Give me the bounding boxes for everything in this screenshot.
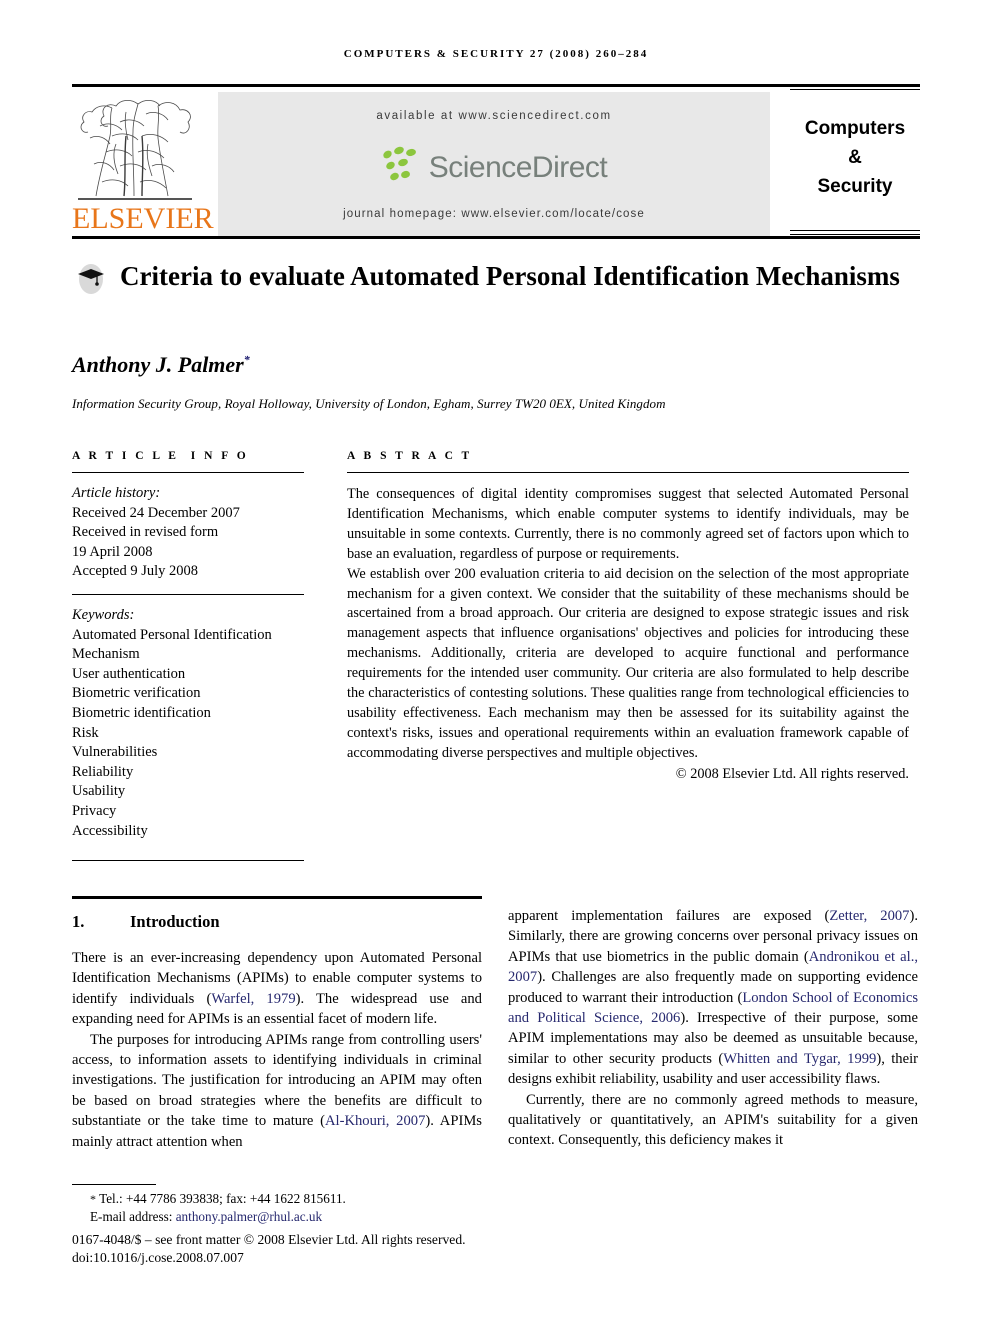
sciencedirect-leaf-icon xyxy=(381,145,425,189)
body-text-right: apparent implementation failures are exp… xyxy=(508,906,918,1151)
keyword-item: Risk xyxy=(72,724,99,741)
journal-masthead: ELSEVIER available at www.sciencedirect.… xyxy=(72,84,920,239)
author-label: Anthony J. Palmer xyxy=(72,352,244,377)
body-column-left: 1. Introduction There is an ever-increasi… xyxy=(72,906,482,1152)
article-history-item: Received 24 December 2007 xyxy=(72,504,240,521)
keyword-item: Vulnerabilities xyxy=(72,744,158,761)
sciencedirect-banner: available at www.sciencedirect.com Scien… xyxy=(218,92,770,236)
section-number: 1. xyxy=(72,912,85,931)
keywords-bottom-rule xyxy=(72,860,304,862)
running-head: COMPUTERS & SECURITY 27 (2008) 260–284 xyxy=(343,48,649,60)
keyword-item: Privacy xyxy=(72,802,117,819)
elsevier-logo: ELSEVIER xyxy=(72,92,214,236)
affiliation: Information Security Group, Royal Hollow… xyxy=(72,396,666,411)
abstract-rule xyxy=(347,472,909,473)
elsevier-tree-icon xyxy=(76,92,194,200)
copyright-line: © 2008 Elsevier Ltd. All rights reserved… xyxy=(675,765,909,782)
keyword-item: Biometric identification xyxy=(72,704,211,721)
article-info-column: A R T I C L E I N F O Article history: R… xyxy=(72,450,304,862)
body-section-rule xyxy=(72,896,482,899)
email-link[interactable]: anthony.palmer@rhul.ac.uk xyxy=(176,1209,322,1224)
paragraph: The purposes for introducing APIMs range… xyxy=(72,1030,482,1152)
journal-box-rule-top-1 xyxy=(790,85,920,86)
paragraph-text: apparent implementation failures are exp… xyxy=(508,908,830,924)
email-label: E-mail address: xyxy=(90,1209,173,1225)
keyword-item: Mechanism xyxy=(72,646,140,663)
paragraph: Currently, there are no commonly agreed … xyxy=(508,1091,918,1149)
citation-link[interactable]: Zetter, 2007 xyxy=(829,908,909,924)
journal-name: Computers & Security xyxy=(790,114,920,201)
abstract-paragraph: The consequences of digital identity com… xyxy=(347,486,909,562)
journal-homepage-text: journal homepage: www.elsevier.com/locat… xyxy=(343,208,645,220)
paragraph: There is an ever-increasing dependency u… xyxy=(72,948,482,1030)
article-history-item: Received in revised form xyxy=(72,524,219,541)
journal-name-line-1: Computers xyxy=(804,118,906,139)
available-at-text: available at www.sciencedirect.com xyxy=(376,110,612,122)
keywords-list: Keywords: Automated Personal Identificat… xyxy=(72,606,304,841)
abstract-column: A B S T R A C T The consequences of digi… xyxy=(347,450,909,785)
journal-name-line-2: & xyxy=(848,147,862,168)
imprint-block: 0167-4048/$ – see front matter © 2008 El… xyxy=(72,1231,492,1268)
journal-box-rule-bottom-2 xyxy=(790,234,920,235)
journal-title-box: Computers & Security xyxy=(790,84,920,239)
citation-link[interactable]: Al-Khouri, 2007 xyxy=(325,1113,425,1129)
journal-box-rule-top-2 xyxy=(790,89,920,90)
article-history-item: 19 April 2008 xyxy=(72,543,153,560)
doi-line: doi:10.1016/j.cose.2008.07.007 xyxy=(72,1250,244,1266)
journal-name-line-3: Security xyxy=(817,176,893,197)
keywords-rule xyxy=(72,593,304,595)
keyword-item: Reliability xyxy=(72,763,134,780)
elsevier-ground-rule xyxy=(78,198,192,200)
keyword-item: User authentication xyxy=(72,665,186,682)
front-matter-line: 0167-4048/$ – see front matter © 2008 El… xyxy=(72,1231,466,1247)
footnote-block: * Tel.: +44 7786 393838; fax: +44 1622 8… xyxy=(72,1184,492,1268)
section-title: Introduction xyxy=(130,912,220,931)
keyword-item: Accessibility xyxy=(72,822,148,839)
author-name: Anthony J. Palmer* xyxy=(72,352,250,378)
journal-article-page: COMPUTERS & SECURITY 27 (2008) 260–284 E… xyxy=(0,0,992,1323)
keyword-item: Usability xyxy=(72,783,126,800)
article-info-heading: A R T I C L E I N F O xyxy=(72,450,249,462)
graduation-cap-icon xyxy=(76,264,106,294)
journal-box-rule-bottom-1 xyxy=(790,230,920,231)
body-text-left: There is an ever-increasing dependency u… xyxy=(72,948,482,1152)
page-title: Criteria to evaluate Automated Personal … xyxy=(120,261,900,291)
keyword-item: Biometric verification xyxy=(72,685,201,702)
footnote-email-line: E-mail address: anthony.palmer@rhul.ac.u… xyxy=(72,1208,492,1226)
body-column-right: apparent implementation failures are exp… xyxy=(508,906,918,1151)
abstract-body: The consequences of digital identity com… xyxy=(347,485,909,764)
title-block: Criteria to evaluate Automated Personal … xyxy=(72,258,920,295)
author-footnote-marker: * xyxy=(243,352,250,367)
article-info-rule xyxy=(72,472,304,473)
article-history-label: Article history: xyxy=(72,485,161,501)
paragraph: apparent implementation failures are exp… xyxy=(508,906,918,1090)
abstract-paragraph: We establish over 200 evaluation criteri… xyxy=(347,565,909,761)
keywords-label: Keywords: xyxy=(72,606,135,623)
abstract-heading: A B S T R A C T xyxy=(347,450,473,462)
sciencedirect-wordmark: ScienceDirect xyxy=(428,151,608,184)
footnote-rule xyxy=(72,1184,156,1185)
citation-link[interactable]: Warfel, 1979 xyxy=(211,991,295,1007)
section-heading: 1. Introduction xyxy=(72,912,482,932)
keyword-item: Automated Personal Identification xyxy=(72,626,272,643)
footnote-marker: * xyxy=(90,1192,96,1206)
article-history: Article history: Received 24 December 20… xyxy=(72,484,304,582)
elsevier-wordmark: ELSEVIER xyxy=(72,202,214,235)
footnote-contact: * Tel.: +44 7786 393838; fax: +44 1622 8… xyxy=(72,1190,492,1208)
footnote-tel-fax: Tel.: +44 7786 393838; fax: +44 1622 815… xyxy=(99,1191,346,1206)
article-history-item: Accepted 9 July 2008 xyxy=(72,563,199,580)
citation-link[interactable]: Whitten and Tygar, 1999 xyxy=(723,1051,876,1067)
sciencedirect-logo: ScienceDirect xyxy=(218,144,770,192)
